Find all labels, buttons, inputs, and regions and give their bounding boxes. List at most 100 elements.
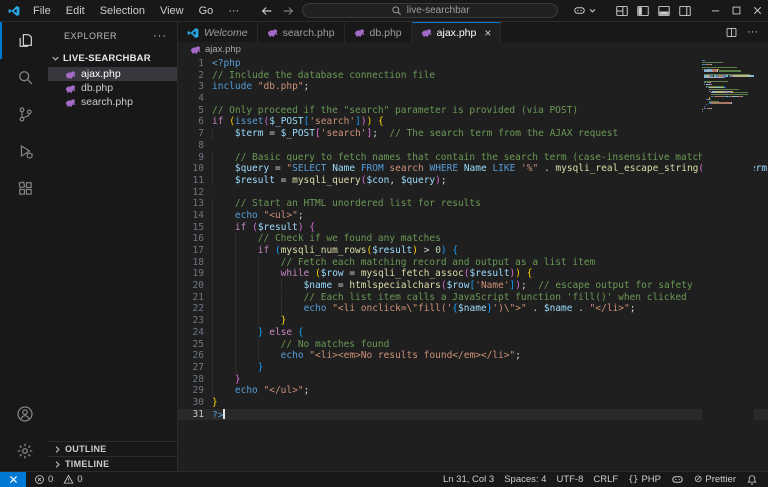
cursor-position[interactable]: Ln 31, Col 3 xyxy=(438,472,499,487)
code-line[interactable]: 3include "db.php"; xyxy=(178,81,768,93)
search-input[interactable]: live-searchbar xyxy=(302,3,558,18)
code-line[interactable]: 9 // Basic query to fetch names that con… xyxy=(178,152,768,164)
minimize-button[interactable] xyxy=(705,0,726,21)
file-ajax.php[interactable]: ajax.php xyxy=(48,67,177,81)
errors[interactable]: 0 xyxy=(29,472,58,487)
code-line[interactable]: 2// Include the database connection file xyxy=(178,70,768,82)
indentation[interactable]: Spaces: 4 xyxy=(499,472,551,487)
forward-button[interactable] xyxy=(281,4,295,18)
folder-root[interactable]: LIVE-SEARCHBAR xyxy=(48,50,177,67)
file-search.php[interactable]: search.php xyxy=(48,95,177,109)
code-line[interactable]: 17 if (mysqli_num_rows($result) > 0) { xyxy=(178,245,768,257)
remote-indicator[interactable] xyxy=(0,472,26,487)
line-number: 18 xyxy=(178,257,212,269)
php-file-icon xyxy=(65,83,76,94)
close-icon[interactable]: × xyxy=(484,28,491,38)
code-editor[interactable]: 1<?php2// Include the database connectio… xyxy=(178,56,768,471)
outline-section[interactable]: OUTLINE xyxy=(48,441,177,456)
line-number: 19 xyxy=(178,268,212,280)
tab-ajax-php[interactable]: ajax.php × xyxy=(412,22,502,42)
file-label: db.php xyxy=(81,82,113,94)
encoding[interactable]: UTF-8 xyxy=(551,472,588,487)
file-db.php[interactable]: db.php xyxy=(48,81,177,95)
minimap[interactable] xyxy=(702,58,754,471)
code-line[interactable]: 18 // Fetch each matching record and out… xyxy=(178,257,768,269)
code-line[interactable]: 6if (isset($_POST['search'])) { xyxy=(178,116,768,128)
panel-bottom-button[interactable] xyxy=(653,0,674,21)
copilot-status[interactable] xyxy=(666,472,689,487)
code-line[interactable]: 20 $name = htmlspecialchars($row['Name']… xyxy=(178,280,768,292)
tab-db-php[interactable]: db.php xyxy=(345,22,412,42)
menu-view[interactable]: View xyxy=(153,3,191,19)
panel-left-button[interactable] xyxy=(632,0,653,21)
timeline-section[interactable]: TIMELINE xyxy=(48,456,177,471)
notifications[interactable] xyxy=(741,472,763,487)
code-line[interactable]: 15 if ($result) { xyxy=(178,222,768,234)
code-line[interactable]: 31?> xyxy=(178,409,768,421)
tab-welcome[interactable]: Welcome xyxy=(178,22,258,42)
code-line[interactable]: 28 } xyxy=(178,374,768,386)
code-line[interactable]: 14 echo "<ul>"; xyxy=(178,210,768,222)
line-number: 15 xyxy=(178,222,212,234)
activity-run-debug-icon[interactable] xyxy=(0,133,48,170)
code-line[interactable]: 22 echo "<li onclick=\"fill('{$name}')\"… xyxy=(178,303,768,315)
language-mode[interactable]: {}PHP xyxy=(623,472,666,487)
activity-account-icon[interactable] xyxy=(0,395,48,432)
line-number: 9 xyxy=(178,152,212,164)
code-text: $result = mysqli_query($con, $query); xyxy=(212,175,768,187)
code-line[interactable]: 27 } xyxy=(178,362,768,374)
menu-edit[interactable]: Edit xyxy=(59,3,92,19)
code-line[interactable]: 23 } xyxy=(178,315,768,327)
code-line[interactable]: 26 echo "<li><em>No results found</em></… xyxy=(178,350,768,362)
code-line[interactable]: 19 while ($row = mysqli_fetch_assoc($res… xyxy=(178,268,768,280)
eol[interactable]: CRLF xyxy=(588,472,623,487)
activity-search-icon[interactable] xyxy=(0,59,48,96)
code-line[interactable]: 24 } else { xyxy=(178,327,768,339)
activity-extensions-icon[interactable] xyxy=(0,170,48,207)
code-line[interactable]: 29 echo "</ul>"; xyxy=(178,385,768,397)
code-line[interactable]: 10 $query = "SELECT Name FROM search WHE… xyxy=(178,163,768,175)
menu-more[interactable]: ··· xyxy=(221,3,246,19)
line-number: 7 xyxy=(178,128,212,140)
menu-go[interactable]: Go xyxy=(192,3,221,19)
code-line[interactable]: 1<?php xyxy=(178,58,768,70)
customize-layout-button[interactable] xyxy=(611,0,632,21)
activity-explorer-icon[interactable] xyxy=(0,22,48,59)
code-line[interactable]: 5// Only proceed if the "search" paramet… xyxy=(178,105,768,117)
activity-source-control-icon[interactable] xyxy=(0,96,48,133)
warnings[interactable]: 0 xyxy=(58,472,87,487)
line-number: 23 xyxy=(178,315,212,327)
activity-settings-icon[interactable] xyxy=(0,432,48,469)
timeline-chevron-icon xyxy=(53,460,62,469)
code-line[interactable]: 30} xyxy=(178,397,768,409)
back-button[interactable] xyxy=(260,4,274,18)
code-line[interactable]: 25 // No matches found xyxy=(178,339,768,351)
line-number: 1 xyxy=(178,58,212,70)
close-button[interactable] xyxy=(747,0,768,21)
sidebar-explorer: EXPLORER ··· LIVE-SEARCHBAR ajax.phpdb.p… xyxy=(48,22,178,471)
line-number: 17 xyxy=(178,245,212,257)
formatter[interactable]: ⊘Prettier xyxy=(689,472,741,487)
maximize-button[interactable] xyxy=(726,0,747,21)
tab-label: ajax.php xyxy=(437,27,477,39)
code-line[interactable]: 21 // Each list item calls a JavaScript … xyxy=(178,292,768,304)
code-line[interactable]: 7 $term = $_POST['search']; // The searc… xyxy=(178,128,768,140)
menu-selection[interactable]: Selection xyxy=(93,3,152,19)
menu-file[interactable]: File xyxy=(26,3,58,19)
more-actions-icon[interactable]: ··· xyxy=(747,26,758,38)
code-line[interactable]: 4 xyxy=(178,93,768,105)
code-line[interactable]: 13 // Start an HTML unordered list for r… xyxy=(178,198,768,210)
code-line[interactable]: 8 xyxy=(178,140,768,152)
breadcrumb[interactable]: ajax.php xyxy=(178,42,768,56)
code-text xyxy=(212,93,768,105)
split-editor-icon[interactable] xyxy=(725,26,738,39)
code-line[interactable]: 12 xyxy=(178,187,768,199)
file-label: search.php xyxy=(81,96,133,108)
code-line[interactable]: 16 // Check if we found any matches xyxy=(178,233,768,245)
tab-search-php[interactable]: search.php xyxy=(258,22,345,42)
explorer-actions-icon[interactable]: ··· xyxy=(153,30,167,42)
copilot-menu[interactable] xyxy=(573,4,597,17)
panel-right-button[interactable] xyxy=(674,0,695,21)
vscode-icon xyxy=(187,27,199,39)
code-line[interactable]: 11 $result = mysqli_query($con, $query); xyxy=(178,175,768,187)
